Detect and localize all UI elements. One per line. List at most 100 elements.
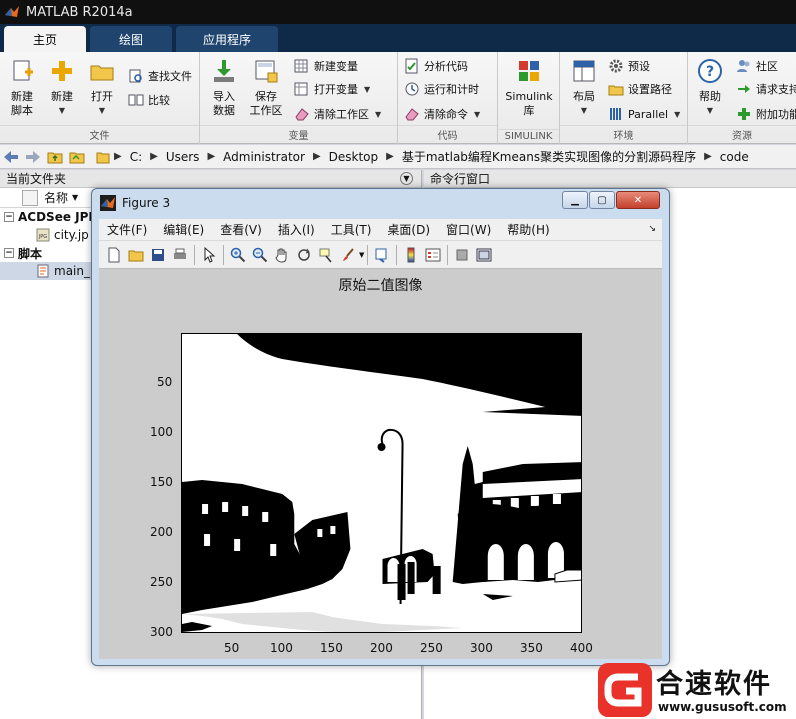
layout-caret-icon: ▼ [580,106,588,115]
xtick-label: 200 [370,641,393,655]
simulink-library-button[interactable]: Simulink 库 [500,58,558,118]
help-button[interactable]: ? 帮助 ▼ [688,58,732,118]
layout-button[interactable]: 布局 ▼ [562,58,606,118]
menu-tools[interactable]: 工具(T) [323,221,380,238]
save-workspace-button[interactable]: 保存 工作区 [244,58,288,118]
back-button[interactable] [0,147,22,167]
menu-view[interactable]: 查看(V) [212,221,270,238]
clear-commands-button[interactable]: 清除命令 ▼ [404,104,480,124]
xtick-label: 50 [224,641,240,655]
maximize-button[interactable]: ▢ [589,191,615,209]
new-variable-button[interactable]: 新建变量 [294,56,358,76]
crumb-project-folder[interactable]: 基于matlab编程Kmeans聚类实现图像的分割源码程序 [398,148,700,165]
crumb-separator-icon: ▶ [312,151,321,162]
set-path-button[interactable]: 设置路径 [608,79,672,99]
browse-folder-button[interactable] [66,147,88,167]
tab-home[interactable]: 主页 [4,26,86,52]
save-figure-button[interactable] [147,244,169,266]
print-figure-button[interactable] [169,244,191,266]
brush-button[interactable] [337,244,359,266]
menu-file[interactable]: 文件(F) [99,221,155,238]
script-file-icon [37,264,49,278]
brush-caret-icon[interactable]: ▼ [359,251,364,259]
open-variable-icon [294,82,308,96]
select-all-checkbox[interactable] [22,189,38,206]
ytick-label: 100 [150,425,173,439]
preferences-button[interactable]: 预设 [608,56,650,76]
compare-label: 比较 [148,94,170,107]
crumb-code[interactable]: code [716,150,753,164]
request-support-button[interactable]: 请求支持 [736,79,796,99]
edit-plot-button[interactable] [198,244,220,266]
matlab-logo-icon [100,195,116,211]
gear-icon [609,59,623,73]
request-support-label: 请求支持 [756,83,796,96]
menu-edit[interactable]: 编辑(E) [155,221,212,238]
open-variable-button[interactable]: 打开变量 ▼ [294,79,370,99]
zoom-in-button[interactable] [227,244,249,266]
hand-pan-icon [275,248,287,262]
hide-plot-tools-button[interactable] [451,244,473,266]
new-figure-button[interactable] [103,244,125,266]
crumb-users[interactable]: Users [162,150,204,164]
new-script-button[interactable]: 新建 脚本 [0,58,44,118]
import-data-button[interactable]: 导入 数据 [202,58,246,118]
link-plot-button[interactable] [371,244,393,266]
analyze-code-button[interactable]: 分析代码 [404,56,468,76]
close-button[interactable]: ✕ [616,191,660,209]
clear-workspace-button[interactable]: 清除工作区 ▼ [294,104,381,124]
ytick-label: 250 [150,575,173,589]
new-script-icon [13,60,33,81]
rotate-3d-button[interactable] [293,244,315,266]
up-folder-button[interactable] [44,147,66,167]
crumb-desktop[interactable]: Desktop [325,150,383,164]
menu-window[interactable]: 窗口(W) [438,221,499,238]
run-and-time-button[interactable]: 运行和计时 [404,79,479,99]
collapse-icon[interactable]: − [4,212,14,222]
insert-legend-button[interactable] [422,244,444,266]
binary-image [182,334,581,632]
menu-desktop[interactable]: 桌面(D) [379,221,438,238]
show-plot-tools-button[interactable] [473,244,495,266]
figure-window[interactable]: Figure 3 ▁ ▢ ✕ 文件(F) 编辑(E) 查看(V) 插入(I) 工… [91,188,670,666]
addons-button[interactable]: 附加功能 [736,104,796,124]
request-support-icon [738,85,750,93]
minimize-button[interactable]: ▁ [562,191,588,209]
xtick-label: 350 [520,641,543,655]
tab-apps[interactable]: 应用程序 [176,26,278,52]
zoom-out-button[interactable] [249,244,271,266]
new-button[interactable]: 新建 ▼ [40,58,84,118]
xtick-label: 400 [570,641,593,655]
parallel-button[interactable]: Parallel ▼ [608,104,680,124]
menu-help[interactable]: 帮助(H) [499,221,557,238]
figure-title-bar[interactable]: Figure 3 ▁ ▢ ✕ [92,189,669,217]
panel-menu-icon[interactable]: ▼ [400,172,413,185]
data-cursor-button[interactable] [315,244,337,266]
binary-image-axes[interactable] [181,333,582,633]
crumb-administrator[interactable]: Administrator [219,150,309,164]
crumb-drive[interactable]: C: [126,150,146,164]
ribbon-group-resources: ? 帮助 ▼ 社区 请求支持 附加功能 资源 [688,52,796,144]
open-file-button[interactable] [125,244,147,266]
pan-button[interactable] [271,244,293,266]
community-button[interactable]: 社区 [736,56,778,76]
ribbon-group-variable-label: 变量 [200,125,397,142]
name-column-header[interactable]: 名称 [44,189,68,206]
forward-button[interactable] [22,147,44,167]
open-button[interactable]: 打开 ▼ [80,58,124,118]
addons-icon [738,108,750,120]
ytick-label: 50 [157,375,173,389]
forward-arrow-icon [26,150,40,163]
dock-arrow-icon[interactable]: ↘ [648,224,656,234]
open-label: 打开 [91,90,113,103]
zoom-out-icon [252,247,268,262]
analyze-code-icon [405,58,418,74]
parallel-icon [610,108,621,120]
find-files-button[interactable]: 查找文件 [128,66,192,86]
insert-colorbar-button[interactable] [400,244,422,266]
menu-insert[interactable]: 插入(I) [270,221,323,238]
ribbon-group-variable: 导入 数据 保存 工作区 新建变量 打开变量 ▼ 清除工作区 ▼ 变量 [200,52,398,144]
compare-button[interactable]: 比较 [128,90,170,110]
tab-plots[interactable]: 绘图 [90,26,172,52]
collapse-icon[interactable]: − [4,248,14,258]
